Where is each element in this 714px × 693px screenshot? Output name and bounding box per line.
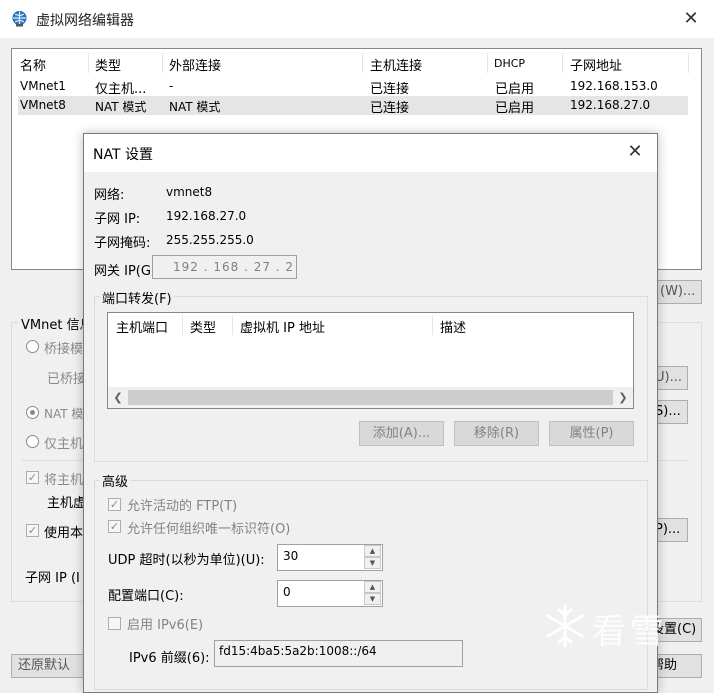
- column-header-description[interactable]: 描述: [440, 317, 466, 336]
- spin-down-icon[interactable]: ▼: [364, 557, 381, 569]
- dialog-title: NAT 设置: [93, 147, 153, 163]
- column-header-dhcp[interactable]: DHCP: [494, 57, 525, 70]
- use-dhcp-checkbox[interactable]: ✓: [26, 524, 39, 537]
- spin-down-icon[interactable]: ▼: [364, 593, 381, 605]
- column-header-external[interactable]: 外部连接: [169, 55, 221, 74]
- cell-subnet: 192.168.153.0: [570, 79, 658, 93]
- config-port-label: 配置端口(C):: [108, 589, 184, 604]
- gateway-label: 网关 IP(G):: [94, 264, 161, 279]
- column-divider: [232, 315, 233, 335]
- table-header: 主机端口 类型 虚拟机 IP 地址 描述: [108, 313, 633, 337]
- cell-host: 已连接: [370, 101, 410, 116]
- horizontal-scrollbar[interactable]: ❮ ❯: [108, 387, 633, 408]
- column-header-vm-ip[interactable]: 虚拟机 IP 地址: [240, 317, 325, 336]
- snowflake-watermark-icon: [541, 602, 589, 650]
- restore-defaults-button[interactable]: 还原默认: [11, 654, 91, 678]
- cell-dhcp: 已启用: [495, 82, 535, 97]
- cell-name: VMnet8: [20, 98, 66, 112]
- cell-external: NAT 模式: [169, 100, 221, 114]
- network-value: vmnet8: [166, 185, 213, 199]
- table-row[interactable]: VMnet1 仅主机... - 已连接 已启用 192.168.153.0: [18, 77, 688, 97]
- bridge-mode-radio[interactable]: [26, 340, 39, 353]
- column-divider: [562, 53, 563, 73]
- column-divider: [88, 53, 89, 73]
- use-dhcp-label: 使用本: [44, 526, 84, 541]
- port-forwarding-table[interactable]: 主机端口 类型 虚拟机 IP 地址 描述 ❮ ❯: [107, 312, 634, 409]
- enable-ipv6-checkbox[interactable]: [108, 617, 121, 630]
- allow-ftp-checkbox[interactable]: ✓: [108, 498, 121, 511]
- cell-name: VMnet1: [20, 79, 66, 93]
- cell-external: -: [169, 79, 174, 93]
- table-row[interactable]: VMnet8 NAT 模式 NAT 模式 已连接 已启用 192.168.27.…: [18, 96, 688, 116]
- close-icon[interactable]: ✕: [624, 141, 646, 163]
- advanced-title: 高级: [100, 471, 131, 490]
- column-divider: [362, 53, 363, 73]
- cell-dhcp: 已启用: [495, 101, 535, 116]
- nat-mode-label: NAT 模: [44, 407, 84, 421]
- column-header-name[interactable]: 名称: [20, 55, 46, 74]
- host-adapter-label: 主机虚: [47, 496, 87, 511]
- allow-ftp-label: 允许活动的 FTP(T): [127, 499, 238, 514]
- remove-button[interactable]: 移除(R): [454, 421, 539, 446]
- scrollbar-thumb[interactable]: [128, 390, 613, 405]
- ipv6-prefix-label: IPv6 前缀(6):: [129, 651, 210, 666]
- subnet-ip-label: 子网 IP:: [94, 212, 141, 227]
- column-header-type[interactable]: 类型: [190, 317, 216, 336]
- window-title: 虚拟网络编辑器: [36, 13, 134, 29]
- nat-mode-radio[interactable]: [26, 406, 39, 419]
- dialog-title-bar: [84, 134, 657, 172]
- column-divider: [162, 53, 163, 73]
- host-only-radio[interactable]: [26, 435, 39, 448]
- bridged-to-label: 已桥接: [47, 372, 87, 387]
- subnet-ip-value: 192.168.27.0: [166, 209, 247, 223]
- scroll-left-icon[interactable]: ❮: [110, 390, 126, 405]
- enable-ipv6-label: 启用 IPv6(E): [127, 618, 204, 633]
- ipv6-prefix-input[interactable]: fd15:4ba5:5a2b:1008::/64: [214, 640, 463, 667]
- column-divider: [432, 315, 433, 335]
- spin-up-icon[interactable]: ▲: [364, 545, 381, 557]
- port-forwarding-title: 端口转发(F): [100, 288, 174, 307]
- properties-button[interactable]: 属性(P): [549, 421, 634, 446]
- spin-up-icon[interactable]: ▲: [364, 581, 381, 593]
- close-icon[interactable]: ✕: [680, 8, 702, 30]
- column-divider: [688, 53, 689, 73]
- subnet-mask-value: 255.255.255.0: [166, 233, 254, 247]
- allow-ouid-label: 允许任何组织唯一标识符(O): [127, 522, 291, 537]
- network-globe-icon: [12, 11, 27, 27]
- subnet-ip-label: 子网 IP (I: [25, 571, 80, 586]
- column-header-type[interactable]: 类型: [95, 55, 121, 74]
- watermark-text: 看雪: [592, 612, 668, 652]
- subnet-mask-label: 子网掩码:: [94, 236, 151, 251]
- host-only-label: 仅主机: [44, 437, 84, 452]
- column-divider: [487, 53, 488, 73]
- column-header-host-port[interactable]: 主机端口: [116, 317, 168, 336]
- add-button[interactable]: 添加(A)...: [359, 421, 444, 446]
- network-label: 网络:: [94, 188, 125, 203]
- udp-timeout-label: UDP 超时(以秒为单位)(U):: [108, 553, 265, 568]
- scroll-right-icon[interactable]: ❯: [615, 390, 631, 405]
- column-header-host[interactable]: 主机连接: [370, 55, 422, 74]
- cell-type: NAT 模式: [95, 100, 147, 114]
- allow-ouid-checkbox[interactable]: ✓: [108, 520, 121, 533]
- cell-subnet: 192.168.27.0: [570, 98, 651, 112]
- cell-type: 仅主机...: [95, 82, 147, 97]
- column-header-subnet[interactable]: 子网地址: [570, 55, 622, 74]
- connect-host-checkbox[interactable]: ✓: [26, 471, 39, 484]
- bridge-mode-label: 桥接模: [44, 342, 84, 357]
- connect-host-label: 将主机: [44, 473, 84, 488]
- gateway-ip-input[interactable]: 192 . 168 . 27 . 2: [152, 255, 297, 279]
- column-divider: [182, 315, 183, 335]
- cell-host: 已连接: [370, 82, 410, 97]
